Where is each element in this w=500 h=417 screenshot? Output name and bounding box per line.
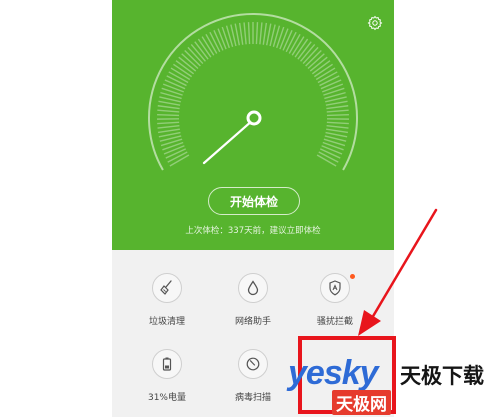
watermark-name: 天极下载	[400, 364, 484, 388]
yesky-watermark: yesky 天极下载 天极网	[288, 354, 500, 415]
watermark-subtitle: 天极网	[332, 390, 391, 415]
annotation-arrow	[358, 208, 438, 336]
watermark-brand: yesky	[288, 354, 379, 392]
